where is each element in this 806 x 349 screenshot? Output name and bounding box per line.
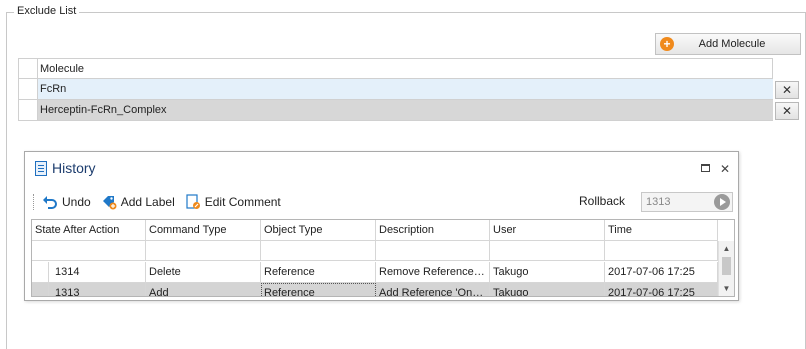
molecule-grid-header: Molecule bbox=[18, 58, 801, 79]
filter-cell[interactable] bbox=[605, 241, 718, 261]
state-cell[interactable]: 1314 bbox=[49, 262, 79, 282]
filter-cell[interactable] bbox=[376, 241, 490, 261]
maximize-icon[interactable] bbox=[700, 164, 710, 172]
filter-cell[interactable] bbox=[490, 241, 605, 261]
exclude-list-title: Exclude List bbox=[14, 5, 80, 17]
add-molecule-button[interactable]: + Add Molecule bbox=[655, 33, 801, 55]
history-toolbar: Undo Add Label Edit Comment Rollback 131… bbox=[33, 192, 733, 212]
column-header-time[interactable]: Time bbox=[605, 220, 718, 241]
filter-cell[interactable] bbox=[146, 241, 261, 261]
rollback-label: Rollback bbox=[579, 194, 626, 208]
close-icon[interactable]: ✕ bbox=[720, 162, 730, 176]
window-buttons: ✕ bbox=[700, 162, 730, 176]
chevron-up-icon[interactable]: ▲ bbox=[719, 243, 734, 255]
rollback-value: 1313 bbox=[646, 196, 671, 208]
table-row[interactable]: 1314 Delete Reference Remove Reference… … bbox=[32, 262, 734, 283]
user-cell[interactable]: Takugo bbox=[490, 283, 605, 296]
toolbar-grip[interactable] bbox=[33, 194, 36, 210]
history-title: History bbox=[52, 160, 96, 176]
history-title-bar: History bbox=[35, 160, 96, 176]
close-icon: ✕ bbox=[781, 103, 793, 118]
undo-icon bbox=[42, 194, 58, 210]
row-indicator bbox=[32, 262, 49, 282]
time-cell[interactable]: 2017-07-06 17:25 bbox=[605, 283, 718, 296]
description-cell[interactable]: Remove Reference… bbox=[376, 262, 490, 283]
user-cell[interactable]: Takugo bbox=[490, 262, 605, 283]
filter-cell[interactable] bbox=[261, 241, 376, 261]
column-header-object-type[interactable]: Object Type bbox=[261, 220, 376, 241]
table-row[interactable]: 1313 Add Reference Add Reference 'On… Ta… bbox=[32, 283, 734, 296]
row-indicator bbox=[18, 100, 37, 121]
play-icon[interactable] bbox=[714, 194, 730, 210]
molecule-row[interactable]: FcRn ✕ bbox=[18, 79, 801, 100]
add-label-label: Add Label bbox=[120, 195, 175, 209]
row-indicator-header bbox=[18, 58, 37, 79]
object-type-cell[interactable]: Reference bbox=[261, 283, 376, 296]
row-indicator bbox=[18, 79, 37, 100]
undo-button[interactable]: Undo bbox=[42, 194, 91, 210]
molecule-name-cell[interactable]: FcRn bbox=[37, 79, 773, 100]
object-type-cell[interactable]: Reference bbox=[261, 262, 376, 283]
rollback-input[interactable]: 1313 bbox=[641, 192, 733, 212]
history-grid: State After Action Command Type Object T… bbox=[31, 219, 735, 297]
filter-row[interactable] bbox=[32, 241, 734, 262]
remove-molecule-button[interactable]: ✕ bbox=[775, 80, 799, 99]
column-header-state[interactable]: State After Action bbox=[32, 220, 146, 241]
document-list-icon bbox=[35, 160, 47, 176]
edit-comment-icon bbox=[185, 194, 201, 210]
plus-circle-icon: + bbox=[660, 37, 674, 51]
history-panel: History ✕ Undo Add Label Edit Comment Ro… bbox=[24, 151, 739, 301]
molecule-row[interactable]: Herceptin-FcRn_Complex ✕ bbox=[18, 100, 801, 121]
history-header-row: State After Action Command Type Object T… bbox=[32, 220, 734, 241]
filter-cell[interactable] bbox=[32, 241, 146, 261]
scrollbar-thumb[interactable] bbox=[722, 257, 731, 275]
edit-comment-label: Edit Comment bbox=[204, 195, 281, 209]
close-icon: ✕ bbox=[781, 82, 793, 97]
column-header-user[interactable]: User bbox=[490, 220, 605, 241]
edit-comment-button[interactable]: Edit Comment bbox=[185, 194, 281, 210]
molecule-grid: Molecule FcRn ✕ Herceptin-FcRn_Complex ✕ bbox=[18, 58, 801, 121]
molecule-name-cell[interactable]: Herceptin-FcRn_Complex bbox=[37, 100, 773, 121]
command-type-cell[interactable]: Add bbox=[146, 283, 261, 296]
add-label-button[interactable]: Add Label bbox=[101, 194, 175, 210]
column-header-description[interactable]: Description bbox=[376, 220, 490, 241]
add-molecule-label: Add Molecule bbox=[698, 38, 766, 50]
time-cell[interactable]: 2017-07-06 17:25 bbox=[605, 262, 718, 283]
molecule-column-header[interactable]: Molecule bbox=[37, 58, 773, 79]
state-cell[interactable]: 1313 bbox=[49, 283, 79, 296]
chevron-down-icon[interactable]: ▼ bbox=[719, 283, 734, 295]
tag-add-icon bbox=[101, 194, 117, 210]
remove-molecule-button[interactable]: ✕ bbox=[775, 101, 799, 120]
description-cell[interactable]: Add Reference 'On… bbox=[376, 283, 490, 296]
command-type-cell[interactable]: Delete bbox=[146, 262, 261, 283]
column-header-command-type[interactable]: Command Type bbox=[146, 220, 261, 241]
vertical-scrollbar[interactable]: ▲ ▼ bbox=[718, 241, 734, 296]
undo-label: Undo bbox=[62, 195, 91, 209]
row-indicator bbox=[32, 283, 49, 296]
